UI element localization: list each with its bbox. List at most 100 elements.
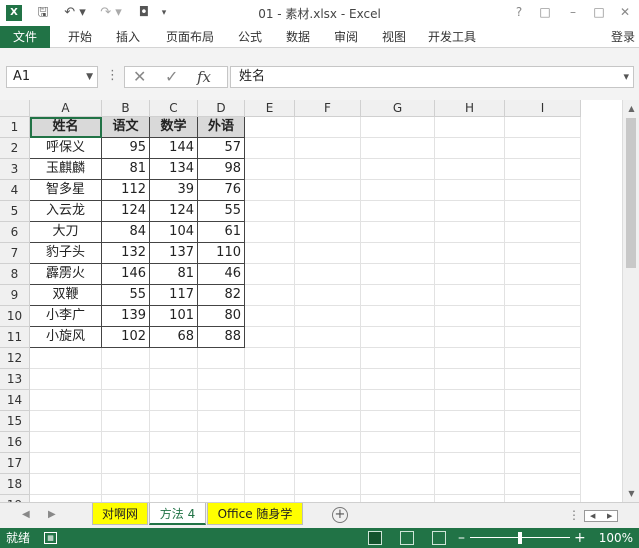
empty-cell[interactable] bbox=[295, 411, 361, 432]
empty-cell[interactable] bbox=[435, 138, 505, 159]
tab-home[interactable]: 开始 bbox=[60, 26, 100, 48]
sheet-next-icon[interactable]: ▶ bbox=[48, 509, 56, 520]
tab-view[interactable]: 视图 bbox=[374, 26, 414, 48]
empty-cell[interactable] bbox=[361, 222, 435, 243]
empty-cell[interactable] bbox=[505, 306, 581, 327]
empty-cell[interactable] bbox=[245, 474, 295, 495]
empty-cell[interactable] bbox=[361, 138, 435, 159]
empty-cell[interactable] bbox=[295, 369, 361, 390]
empty-cell[interactable] bbox=[361, 432, 435, 453]
cancel-icon[interactable]: ✕ bbox=[133, 67, 146, 87]
empty-cell[interactable] bbox=[295, 264, 361, 285]
empty-cell[interactable] bbox=[102, 348, 150, 369]
table-cell[interactable]: 39 bbox=[150, 180, 198, 201]
tab-insert[interactable]: 插入 bbox=[108, 26, 148, 48]
enter-icon[interactable]: ✓ bbox=[165, 67, 178, 87]
empty-cell[interactable] bbox=[435, 474, 505, 495]
page-layout-view-icon[interactable] bbox=[400, 531, 414, 545]
empty-cell[interactable] bbox=[198, 411, 245, 432]
empty-cell[interactable] bbox=[361, 348, 435, 369]
table-cell[interactable]: 豹子头 bbox=[30, 243, 102, 264]
table-cell[interactable]: 81 bbox=[102, 159, 150, 180]
macro-record-icon[interactable]: ▦ bbox=[44, 532, 57, 544]
table-cell[interactable]: 大刀 bbox=[30, 222, 102, 243]
tab-page-layout[interactable]: 页面布局 bbox=[158, 26, 222, 48]
empty-cell[interactable] bbox=[295, 432, 361, 453]
scroll-down-icon[interactable]: ▼ bbox=[626, 488, 637, 499]
empty-cell[interactable] bbox=[295, 474, 361, 495]
table-cell[interactable]: 呼保义 bbox=[30, 138, 102, 159]
maximize-icon[interactable]: □ bbox=[588, 3, 610, 21]
empty-cell[interactable] bbox=[30, 432, 102, 453]
column-header-i[interactable]: I bbox=[505, 100, 581, 117]
empty-cell[interactable] bbox=[435, 243, 505, 264]
empty-cell[interactable] bbox=[102, 369, 150, 390]
empty-cell[interactable] bbox=[102, 411, 150, 432]
empty-cell[interactable] bbox=[150, 474, 198, 495]
row-header-9[interactable]: 9 bbox=[0, 285, 30, 306]
row-header-8[interactable]: 8 bbox=[0, 264, 30, 285]
empty-cell[interactable] bbox=[245, 453, 295, 474]
scroll-right-icon[interactable]: ▶ bbox=[607, 512, 612, 520]
row-header-7[interactable]: 7 bbox=[0, 243, 30, 264]
table-header-cell[interactable]: 姓名 bbox=[30, 117, 102, 138]
empty-cell[interactable] bbox=[505, 159, 581, 180]
row-header-2[interactable]: 2 bbox=[0, 138, 30, 159]
empty-cell[interactable] bbox=[505, 201, 581, 222]
empty-cell[interactable] bbox=[295, 327, 361, 348]
sheet-tab-duiawang[interactable]: 对啊网 bbox=[92, 503, 148, 525]
empty-cell[interactable] bbox=[102, 390, 150, 411]
table-cell[interactable]: 112 bbox=[102, 180, 150, 201]
column-header-e[interactable]: E bbox=[245, 100, 295, 117]
empty-cell[interactable] bbox=[245, 495, 295, 502]
table-cell[interactable]: 110 bbox=[198, 243, 245, 264]
zoom-in-icon[interactable]: + bbox=[574, 528, 586, 548]
table-cell[interactable]: 84 bbox=[102, 222, 150, 243]
empty-cell[interactable] bbox=[245, 201, 295, 222]
table-cell[interactable]: 137 bbox=[150, 243, 198, 264]
empty-cell[interactable] bbox=[361, 306, 435, 327]
empty-cell[interactable] bbox=[295, 159, 361, 180]
column-header-a[interactable]: A bbox=[30, 100, 102, 117]
column-header-h[interactable]: H bbox=[435, 100, 505, 117]
empty-cell[interactable] bbox=[295, 453, 361, 474]
empty-cell[interactable] bbox=[245, 411, 295, 432]
empty-cell[interactable] bbox=[361, 495, 435, 502]
empty-cell[interactable] bbox=[435, 327, 505, 348]
empty-cell[interactable] bbox=[361, 264, 435, 285]
empty-cell[interactable] bbox=[30, 453, 102, 474]
empty-cell[interactable] bbox=[30, 495, 102, 502]
scroll-up-icon[interactable]: ▲ bbox=[626, 103, 637, 114]
empty-cell[interactable] bbox=[30, 369, 102, 390]
empty-cell[interactable] bbox=[245, 369, 295, 390]
close-icon[interactable]: ✕ bbox=[614, 3, 636, 21]
zoom-out-icon[interactable]: – bbox=[458, 528, 465, 548]
empty-cell[interactable] bbox=[245, 285, 295, 306]
table-cell[interactable]: 132 bbox=[102, 243, 150, 264]
empty-cell[interactable] bbox=[295, 348, 361, 369]
empty-cell[interactable] bbox=[245, 348, 295, 369]
sheet-prev-icon[interactable]: ◀ bbox=[22, 509, 30, 520]
empty-cell[interactable] bbox=[245, 327, 295, 348]
table-cell[interactable]: 124 bbox=[102, 201, 150, 222]
table-cell[interactable]: 102 bbox=[102, 327, 150, 348]
tab-file[interactable]: 文件 bbox=[0, 26, 50, 48]
table-cell[interactable]: 101 bbox=[150, 306, 198, 327]
table-cell[interactable]: 81 bbox=[150, 264, 198, 285]
column-header-d[interactable]: D bbox=[198, 100, 245, 117]
empty-cell[interactable] bbox=[245, 243, 295, 264]
row-header-4[interactable]: 4 bbox=[0, 180, 30, 201]
scroll-thumb[interactable] bbox=[626, 118, 636, 268]
empty-cell[interactable] bbox=[245, 222, 295, 243]
empty-cell[interactable] bbox=[361, 243, 435, 264]
empty-cell[interactable] bbox=[102, 453, 150, 474]
empty-cell[interactable] bbox=[435, 495, 505, 502]
empty-cell[interactable] bbox=[150, 432, 198, 453]
empty-cell[interactable] bbox=[361, 369, 435, 390]
empty-cell[interactable] bbox=[361, 474, 435, 495]
empty-cell[interactable] bbox=[435, 390, 505, 411]
empty-cell[interactable] bbox=[295, 495, 361, 502]
empty-cell[interactable] bbox=[435, 453, 505, 474]
more-icon[interactable]: ⋮ bbox=[106, 68, 119, 83]
empty-cell[interactable] bbox=[150, 390, 198, 411]
